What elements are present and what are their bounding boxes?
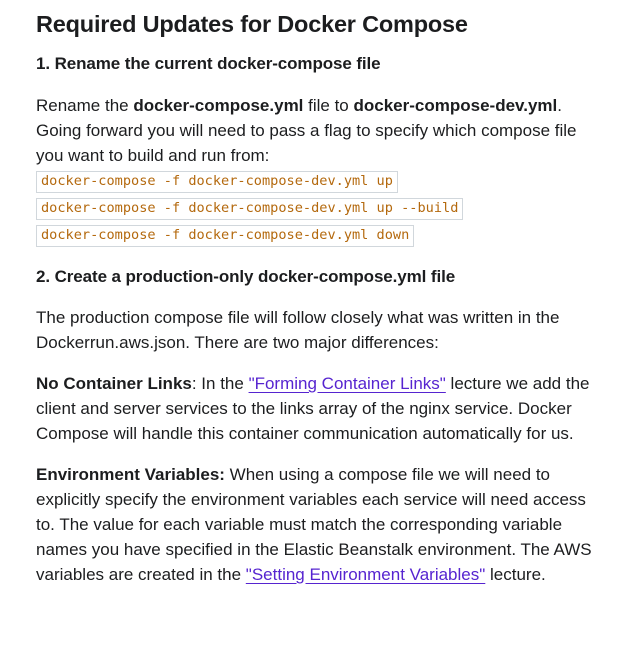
step2-heading: 2. Create a production-only docker-compo…	[36, 267, 456, 286]
production-intro-paragraph: The production compose file will follow …	[36, 308, 560, 352]
rename-paragraph: Rename the docker-compose.yml file to do…	[36, 93, 596, 168]
container-links-label: No Container Links	[36, 374, 192, 393]
env-variables-label: Environment Variables:	[36, 465, 225, 484]
page-title: Required Updates for Docker Compose	[36, 11, 468, 37]
rename-text-middle: file to	[303, 96, 354, 115]
command-up-build: docker-compose -f docker-compose-dev.yml…	[36, 197, 464, 220]
command-up: docker-compose -f docker-compose-dev.yml…	[36, 170, 398, 193]
env-variables-text-after: lecture.	[485, 565, 546, 584]
command-list: docker-compose -f docker-compose-dev.yml…	[36, 168, 623, 249]
rename-text-before: Rename the	[36, 96, 134, 115]
command-down: docker-compose -f docker-compose-dev.yml…	[36, 224, 415, 247]
old-filename: docker-compose.yml	[133, 96, 304, 115]
command-line: docker-compose -f docker-compose-dev.yml…	[36, 168, 623, 195]
setting-env-variables-link[interactable]: "Setting Environment Variables"	[246, 565, 486, 584]
env-variables-paragraph: Environment Variables: When using a comp…	[36, 462, 596, 587]
command-line: docker-compose -f docker-compose-dev.yml…	[36, 222, 623, 249]
container-links-text-before: : In the	[191, 374, 249, 393]
step1-heading: 1. Rename the current docker-compose fil…	[36, 54, 381, 73]
article: Required Updates for Docker Compose 1. R…	[0, 0, 623, 652]
new-filename: docker-compose-dev.yml	[353, 96, 558, 115]
forming-container-links-link[interactable]: "Forming Container Links"	[249, 374, 446, 393]
container-links-paragraph: No Container Links: In the "Forming Cont…	[36, 371, 596, 446]
command-line: docker-compose -f docker-compose-dev.yml…	[36, 195, 623, 222]
